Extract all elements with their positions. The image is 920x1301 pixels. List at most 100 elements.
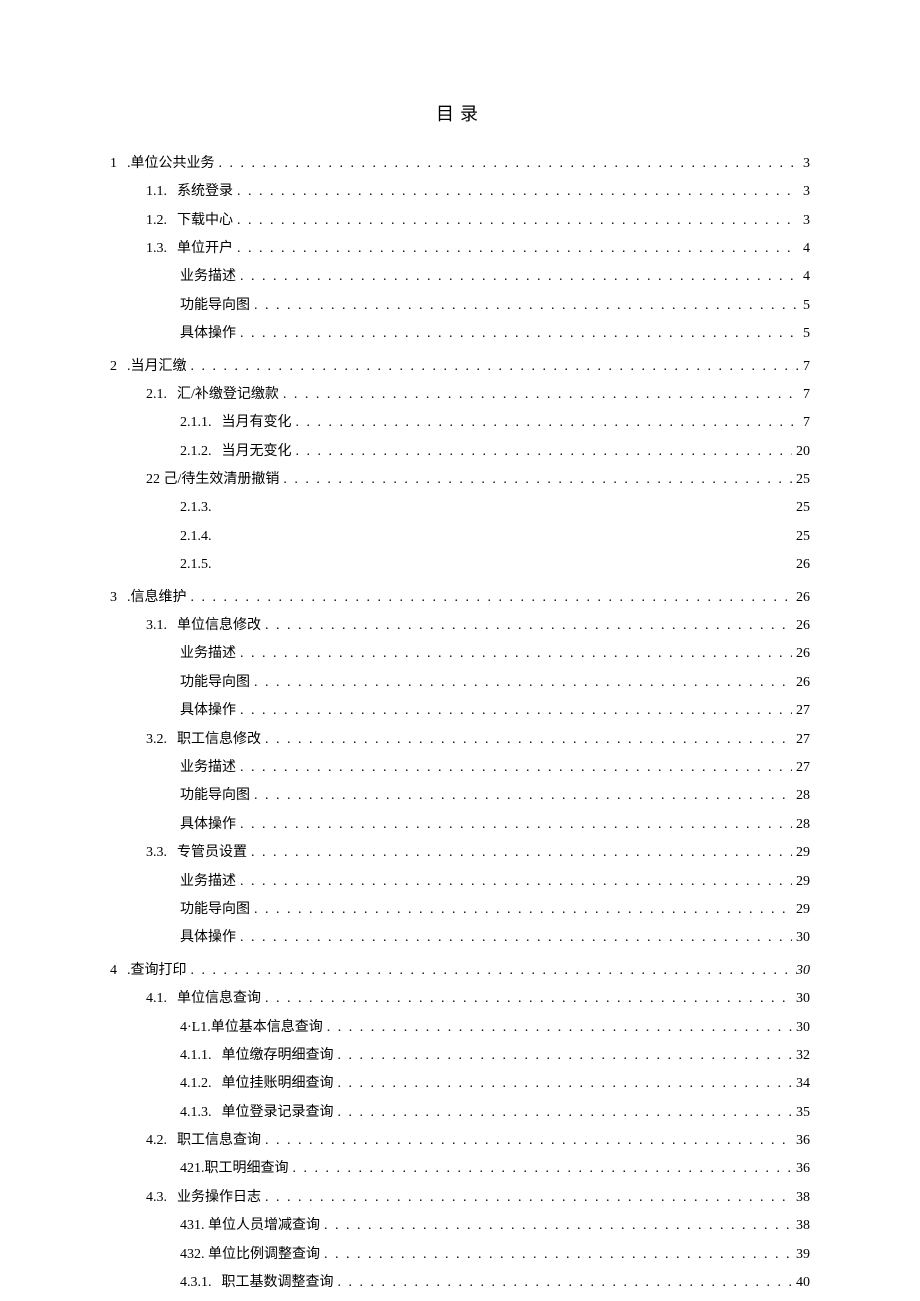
toc-entry: 2.1.1. 当月有变化 7 [110, 412, 810, 434]
toc-leader-dots [254, 899, 792, 921]
toc-entry-number: 4.2. [146, 1130, 167, 1152]
toc-entry-page: 3 [803, 181, 810, 203]
toc-entry: 1.2. 下载中心 3 [110, 210, 810, 232]
toc-entry-page: 4 [803, 238, 810, 260]
toc-entry-label: 职工信息修改 [177, 729, 261, 751]
toc-leader-dots [254, 295, 799, 317]
toc-entry-label: 单位缴存明细查询 [222, 1045, 334, 1067]
toc-entry-number: 2.1.3. [180, 497, 212, 519]
toc-leader-dots [251, 842, 792, 864]
toc-container: 1.单位公共业务31.1.系统登录31.2.下载中心31.3.单位开户4业务描述… [110, 153, 810, 1295]
toc-entry-page: 27 [796, 700, 810, 722]
toc-entry-number: 3.1. [146, 615, 167, 637]
toc-entry: 4.1.1. 单位缴存明细查询 32 [110, 1045, 810, 1067]
toc-entry-number: 2.1. [146, 384, 167, 406]
toc-entry: 1 .单位公共业务 3 [110, 153, 810, 175]
toc-entry-page: 39 [796, 1244, 810, 1266]
toc-entry-page: 30 [796, 927, 810, 949]
toc-leader-dots [219, 153, 800, 175]
toc-entry-label: 功能导向图 [180, 672, 250, 694]
toc-leader-dots [283, 384, 799, 406]
toc-leader-dots [265, 1130, 792, 1152]
toc-entry-label: .单位公共业务 [127, 153, 215, 175]
toc-entry-number: 2.1.4. [180, 526, 212, 548]
toc-entry: 业务描述 29 [110, 871, 810, 893]
toc-entry-page: 30 [796, 988, 810, 1010]
toc-entry: 3.2.职工信息修改27 [110, 729, 810, 751]
toc-entry: 2.1.汇/补缴登记缴款7 [110, 384, 810, 406]
toc-entry-page: 32 [796, 1045, 810, 1067]
toc-entry: 具体操作28 [110, 814, 810, 836]
toc-entry: 3.信息维护26 [110, 587, 810, 609]
toc-leader-dots [296, 412, 800, 434]
toc-entry-number: 1.2. [146, 210, 167, 232]
toc-entry-page: 5 [803, 323, 810, 345]
toc-entry: 4.1.2.单位挂账明细查询34 [110, 1073, 810, 1095]
toc-entry-page: 26 [796, 672, 810, 694]
toc-entry-page: 26 [796, 615, 810, 637]
toc-leader-dots [240, 323, 799, 345]
toc-entry-label: 当月无变化 [222, 441, 292, 463]
toc-leader-dots [327, 1017, 792, 1039]
toc-entry: 4.2.职工信息查询36 [110, 1130, 810, 1152]
toc-entry: 功能导向图 29 [110, 899, 810, 921]
toc-leader-dots [254, 785, 792, 807]
toc-entry-page: 3 [803, 153, 810, 175]
toc-entry: 2.1.4. 25 [110, 526, 810, 548]
toc-leader-dots [237, 238, 799, 260]
toc-entry-page: 29 [796, 871, 810, 893]
toc-entry-page: 25 [796, 526, 810, 548]
toc-entry-page: 29 [796, 899, 810, 921]
toc-entry: 4.查询打印30 [110, 960, 810, 982]
toc-entry-label: 业务描述 [180, 871, 236, 893]
toc-entry: 421.职工明细查询36 [110, 1158, 810, 1180]
toc-entry-page: 7 [803, 356, 810, 378]
toc-entry: 业务描述4 [110, 266, 810, 288]
toc-entry-label: 4·L1.单位基本信息查询 [180, 1017, 323, 1039]
toc-entry-label: 功能导向图 [180, 899, 250, 921]
toc-leader-dots [265, 1187, 792, 1209]
toc-entry-label: 431. 单位人员增减查询 [180, 1215, 320, 1237]
toc-entry: 1.1.系统登录3 [110, 181, 810, 203]
toc-entry-label: 业务描述 [180, 643, 236, 665]
toc-entry-label: 当月有变化 [222, 412, 292, 434]
toc-entry: 2.1.3.25 [110, 497, 810, 519]
toc-entry: 432. 单位比例调整查询39 [110, 1244, 810, 1266]
toc-entry-number: 4.1.1. [180, 1045, 212, 1067]
toc-leader-dots [240, 871, 792, 893]
toc-entry-page: 7 [803, 412, 810, 434]
toc-entry-label: 单位登录记录查询 [222, 1102, 334, 1124]
toc-entry-page: 25 [796, 469, 810, 491]
toc-entry: 431. 单位人员增减查询38 [110, 1215, 810, 1237]
toc-entry-page: 27 [796, 729, 810, 751]
toc-entry-page: 3 [803, 210, 810, 232]
toc-entry-label: 单位信息查询 [177, 988, 261, 1010]
toc-entry-label: 具体操作 [180, 927, 236, 949]
toc-leader-dots [338, 1272, 793, 1294]
toc-entry-label: 下载中心 [177, 210, 233, 232]
toc-entry-number: 2.1.2. [180, 441, 212, 463]
toc-entry-number: 1.1. [146, 181, 167, 203]
toc-leader-dots [338, 1045, 793, 1067]
toc-entry-label: 具体操作 [180, 700, 236, 722]
toc-entry: 具体操作 30 [110, 927, 810, 949]
toc-leader-dots [191, 587, 793, 609]
toc-entry: 4.1.单位信息查询30 [110, 988, 810, 1010]
toc-entry-number: 1 [110, 153, 117, 175]
toc-entry-number: 4.3.1. [180, 1272, 212, 1294]
toc-leader-dots [240, 757, 792, 779]
toc-entry-label: 功能导向图 [180, 295, 250, 317]
toc-entry-page: 40 [796, 1272, 810, 1294]
toc-entry: 3.3.专管员设置29 [110, 842, 810, 864]
toc-entry-label: .查询打印 [127, 960, 187, 982]
toc-leader-dots [338, 1073, 793, 1095]
toc-entry-label: 具体操作 [180, 814, 236, 836]
toc-entry: 22 己/待生效清册撤销25 [110, 469, 810, 491]
toc-entry: 功能导向图5 [110, 295, 810, 317]
toc-entry-page: 7 [803, 384, 810, 406]
toc-entry-page: 30 [796, 1017, 810, 1039]
toc-leader-dots [265, 615, 792, 637]
toc-entry-number: 2.1.1. [180, 412, 212, 434]
toc-entry: 功能导向图 26 [110, 672, 810, 694]
toc-entry-page: 35 [796, 1102, 810, 1124]
